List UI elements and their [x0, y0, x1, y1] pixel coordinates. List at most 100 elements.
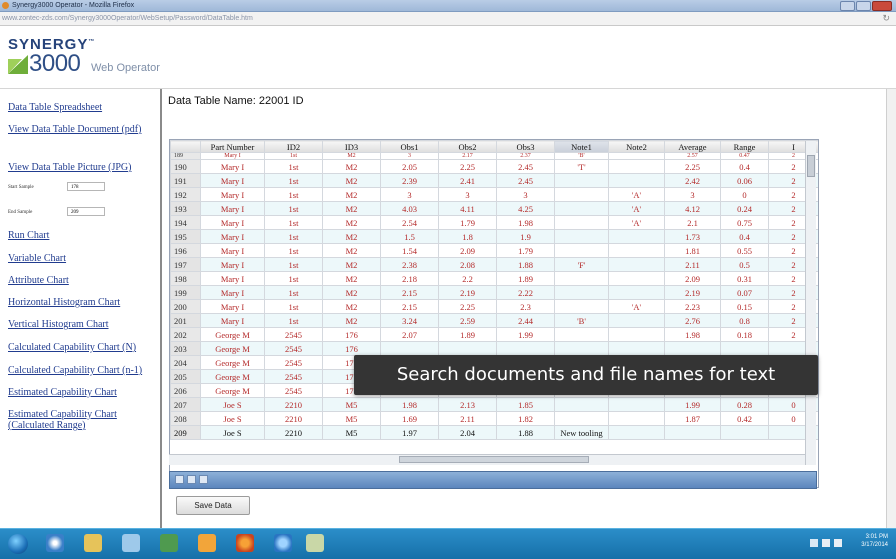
table-row[interactable]: 195 Mary I 1st M2 1.5 1.8 1.9 1.73 0.4 2 [170, 229, 818, 244]
table-cell[interactable] [608, 341, 665, 356]
app-icon[interactable] [306, 534, 324, 552]
table-cell[interactable]: 0 [720, 187, 769, 202]
spreadsheet-app-icon[interactable] [160, 534, 178, 552]
table-cell[interactable]: 2.08 [438, 257, 497, 272]
table-cell[interactable]: 'B' [554, 152, 609, 160]
table-cell[interactable]: 1st [264, 152, 323, 160]
table-cell[interactable]: 1.54 [380, 243, 439, 258]
table-cell[interactable]: 2.57 [664, 152, 721, 160]
table-cell[interactable]: 'A' [608, 299, 665, 314]
table-cell[interactable]: 2.09 [664, 271, 721, 286]
table-cell[interactable]: M2 [322, 159, 381, 174]
table-cell[interactable] [720, 425, 769, 440]
table-cell[interactable]: 1.5 [380, 229, 439, 244]
column-header[interactable]: Average [664, 140, 721, 153]
table-cell[interactable]: 0.5 [720, 257, 769, 272]
table-cell[interactable]: 1.99 [664, 397, 721, 412]
table-cell[interactable]: 1st [264, 229, 323, 244]
table-cell[interactable] [720, 341, 769, 356]
table-cell[interactable]: 1.98 [664, 327, 721, 342]
table-cell[interactable]: 2.37 [496, 152, 555, 160]
table-row[interactable]: 189 Mary I 1st M2 3 2.17 2.37 'B' 2.57 0.47 2 [170, 152, 818, 160]
tray-arrow-icon[interactable] [810, 539, 818, 547]
url-text[interactable]: www.zontec-zds.com/Synergy3000Operator/W… [2, 13, 253, 24]
table-cell[interactable]: 0.55 [720, 243, 769, 258]
table-cell[interactable]: 4.25 [496, 201, 555, 216]
start-button[interactable] [8, 534, 28, 554]
grid-vscroll-thumb[interactable] [807, 155, 815, 177]
table-cell[interactable]: 0.8 [720, 313, 769, 328]
table-cell[interactable]: 2.07 [380, 327, 439, 342]
table-row[interactable]: 190 Mary I 1st M2 2.05 2.25 2.45 'T' 2.25 0.4 2 [170, 159, 818, 174]
column-header[interactable]: Note2 [608, 140, 665, 153]
table-cell[interactable]: 2.25 [664, 159, 721, 174]
table-cell[interactable]: 176 [322, 341, 381, 356]
table-cell[interactable]: 'A' [608, 215, 665, 230]
table-cell[interactable]: 1st [264, 285, 323, 300]
table-cell[interactable]: 1st [264, 201, 323, 216]
table-cell[interactable] [608, 152, 665, 160]
table-cell[interactable]: 2.76 [664, 313, 721, 328]
table-cell[interactable]: 'A' [608, 201, 665, 216]
link-calc-capability-n[interactable]: Calculated Capability Chart (N) [8, 342, 136, 353]
table-cell[interactable]: 2.38 [380, 257, 439, 272]
table-cell[interactable] [554, 215, 609, 230]
minimize-button[interactable] [840, 1, 855, 11]
refresh-icon[interactable]: ↻ [882, 13, 890, 24]
table-cell[interactable]: Mary I [200, 271, 265, 286]
maximize-button[interactable] [856, 1, 871, 11]
table-cell[interactable] [438, 341, 497, 356]
table-cell[interactable]: 1st [264, 313, 323, 328]
table-cell[interactable]: 3 [438, 187, 497, 202]
table-cell[interactable]: M2 [322, 215, 381, 230]
table-cell[interactable]: 2.15 [380, 285, 439, 300]
data-grid[interactable]: Part Number ID2 ID3 Obs1 Obs2 Obs3 Note1 Note2 A… [169, 139, 819, 488]
table-cell[interactable]: 1st [264, 257, 323, 272]
table-cell[interactable] [554, 187, 609, 202]
table-cell[interactable]: 1.69 [380, 411, 439, 426]
table-cell[interactable]: 1st [264, 215, 323, 230]
table-cell[interactable]: M5 [322, 397, 381, 412]
table-cell[interactable]: M2 [322, 229, 381, 244]
table-cell[interactable]: 2.23 [664, 299, 721, 314]
column-header[interactable]: Obs2 [438, 140, 497, 153]
table-cell[interactable]: 2.11 [438, 411, 497, 426]
table-cell[interactable]: George M [200, 327, 265, 342]
table-cell[interactable]: 1st [264, 299, 323, 314]
table-cell[interactable]: 0.47 [720, 152, 769, 160]
grid-refresh-icon[interactable] [199, 475, 208, 484]
start-sample-input[interactable]: 178 [67, 182, 105, 191]
table-cell[interactable]: 0.15 [720, 299, 769, 314]
link-run-chart[interactable]: Run Chart [8, 230, 49, 241]
table-cell[interactable] [664, 341, 721, 356]
table-cell[interactable]: 1st [264, 159, 323, 174]
table-cell[interactable]: 1.98 [380, 397, 439, 412]
table-cell[interactable] [608, 173, 665, 188]
table-cell[interactable]: 'T' [554, 159, 609, 174]
grid-hscroll-thumb[interactable] [399, 456, 589, 463]
table-cell[interactable]: 2.44 [496, 313, 555, 328]
table-cell[interactable]: 1.98 [496, 215, 555, 230]
table-cell[interactable]: 0.4 [720, 159, 769, 174]
table-cell[interactable]: M2 [322, 285, 381, 300]
table-cell[interactable]: 1.79 [438, 215, 497, 230]
table-cell[interactable] [608, 271, 665, 286]
table-cell[interactable] [554, 327, 609, 342]
table-cell[interactable]: M2 [322, 313, 381, 328]
table-cell[interactable]: 'F' [554, 257, 609, 272]
table-cell[interactable]: 1st [264, 243, 323, 258]
table-cell[interactable] [608, 159, 665, 174]
close-button[interactable] [872, 1, 892, 11]
table-cell[interactable]: 0.07 [720, 285, 769, 300]
table-cell[interactable]: 1.89 [496, 271, 555, 286]
remote-desktop-icon[interactable] [122, 534, 140, 552]
table-cell[interactable]: 0.06 [720, 173, 769, 188]
column-header[interactable]: ID3 [322, 140, 381, 153]
column-header[interactable] [170, 140, 201, 153]
network-icon[interactable] [822, 539, 830, 547]
table-cell[interactable]: 2.13 [438, 397, 497, 412]
table-cell[interactable]: 2.17 [438, 152, 497, 160]
table-cell[interactable]: George M [200, 355, 265, 370]
table-row[interactable]: 194 Mary I 1st M2 2.54 1.79 1.98 'A' 2.1 0.75 2 [170, 215, 818, 230]
column-header[interactable]: Obs3 [496, 140, 555, 153]
